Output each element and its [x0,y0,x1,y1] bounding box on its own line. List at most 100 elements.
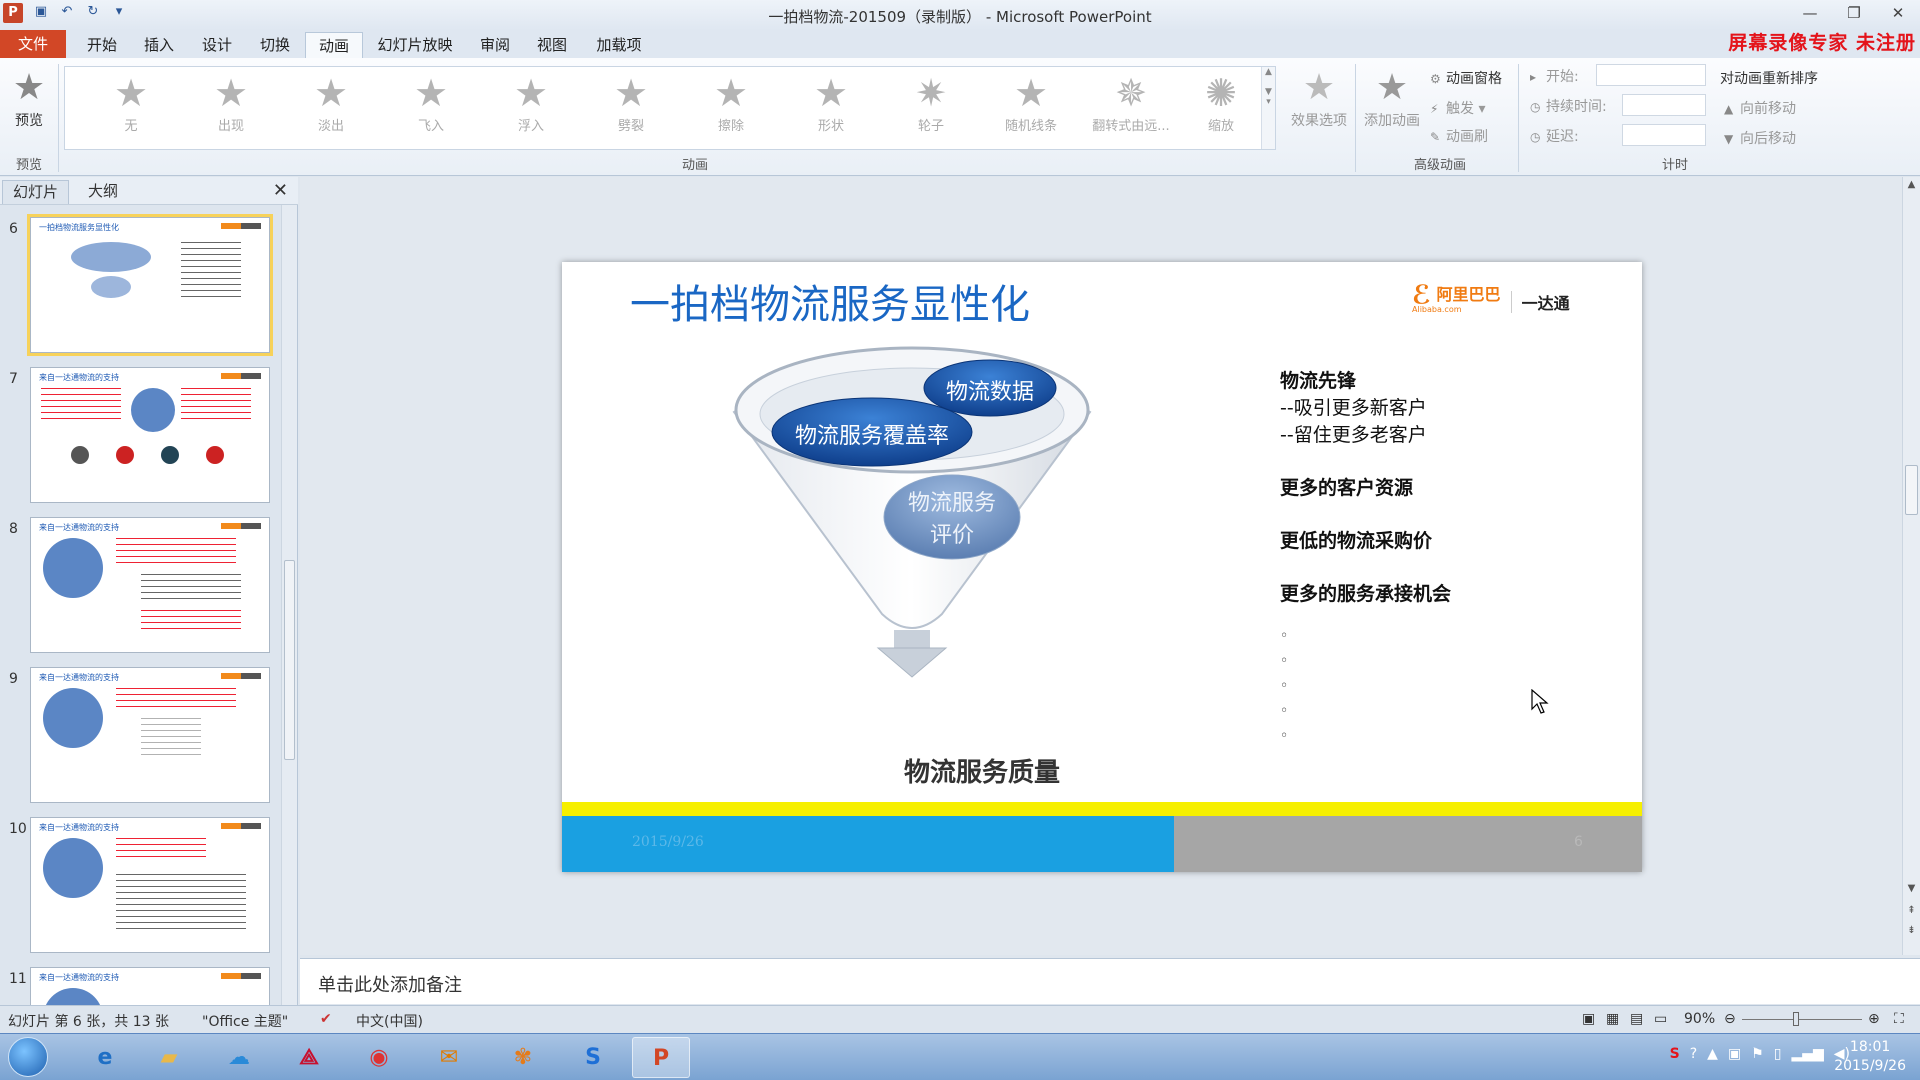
move-later-button[interactable]: ▼ 向后移动 [1724,128,1796,148]
anim-shape-button[interactable]: ★ 形状 [783,71,879,147]
close-panel-icon[interactable]: ✕ [273,180,288,201]
bullet-marker-icon: ◦ [1280,653,1289,669]
minimize-icon[interactable]: — [1788,0,1832,26]
anim-fly-in-button[interactable]: ★ 飞入 [383,71,479,147]
empty-bullet-list[interactable]: ◦ ◦ ◦ ◦ ◦ [1280,628,1288,753]
slide-edit-area: 一拍档物流服务显性化 ℰ 阿里巴巴 Alibaba.com 一达通 物流数据 物… [300,177,1920,955]
tab-design[interactable]: 设计 [195,32,239,58]
group-label-timing: 计时 [1661,158,1688,173]
start-dropdown[interactable] [1596,64,1706,86]
trigger-button[interactable]: ⚡ 触发 ▾ [1430,98,1485,118]
zoom-out-icon[interactable]: ⊖ [1724,1011,1736,1027]
add-animation-button[interactable]: ★ 添加动画 [1358,66,1426,130]
notes-pane[interactable]: 单击此处添加备注 [300,958,1920,1004]
theme-status[interactable]: "Office 主题" [202,1011,288,1031]
system-clock[interactable]: 18:01 2015/9/26 [1834,1038,1906,1076]
tray-expand-icon[interactable]: ▲ [1707,1046,1718,1062]
slide-thumbnail-6[interactable]: 6 一拍档物流服务显性化 [0,214,282,363]
zoom-slider-knob[interactable] [1793,1012,1799,1026]
signal-icon[interactable]: ▂▄▆ [1791,1046,1823,1062]
start-button[interactable] [8,1037,48,1077]
label-service-coverage: 物流服务覆盖率 [794,424,949,449]
previous-slide-icon[interactable]: ⇞ [1903,905,1920,916]
thumbnail-text [141,610,241,630]
ie-icon[interactable]: e [76,1037,134,1078]
slideshow-view-icon[interactable]: ▭ [1654,1011,1667,1027]
network-app-icon[interactable]: ✾ [494,1037,552,1078]
anim-wipe-button[interactable]: ★ 擦除 [683,71,779,147]
anim-random-bars-button[interactable]: ★ 随机线条 [983,71,1079,147]
tab-review[interactable]: 审阅 [473,32,517,58]
slide-thumbnail-10[interactable]: 10 来自一达通物流的支持 [0,817,282,963]
powerpoint-taskbar-icon[interactable]: P [632,1037,690,1078]
slide-title[interactable]: 一拍档物流服务显性化 [630,272,1030,330]
anim-fade-button[interactable]: ★ 淡出 [283,71,379,147]
current-slide[interactable]: 一拍档物流服务显性化 ℰ 阿里巴巴 Alibaba.com 一达通 物流数据 物… [562,262,1642,872]
ime-icon[interactable]: S [1670,1046,1680,1062]
flag-icon[interactable]: ⚑ [1751,1046,1764,1062]
tab-slides[interactable]: 幻灯片 [2,180,70,204]
scrollbar-thumb[interactable] [284,560,295,760]
tab-home[interactable]: 开始 [80,32,124,58]
battery-icon[interactable]: ▯ [1774,1046,1782,1062]
outlook-icon[interactable]: ✉ [420,1037,478,1078]
slide-thumbnail-11[interactable]: 11 来自一达通物流的支持 [0,967,282,1007]
sogou-icon[interactable]: S [564,1037,622,1078]
anim-zoom-button[interactable]: ✺ 缩放 [1173,71,1269,147]
reading-view-icon[interactable]: ▤ [1630,1011,1643,1027]
animation-painter-button[interactable]: ✎ 动画刷 [1430,126,1488,146]
tab-view[interactable]: 视图 [530,32,574,58]
slide-thumbnail-9[interactable]: 9 来自一达通物流的支持 [0,667,282,813]
edit-area-scrollbar[interactable]: ▲ ▼ ⇞ ⇟ [1902,177,1920,955]
slide-sorter-icon[interactable]: ▦ [1606,1011,1619,1027]
tab-animations[interactable]: 动画 [305,32,363,58]
thumbnail-text [141,718,201,758]
acrobat-icon[interactable]: ⟁ [280,1037,338,1078]
delay-spinner[interactable] [1622,124,1706,146]
duration-spinner[interactable] [1622,94,1706,116]
cloud-icon[interactable]: ☁ [210,1037,268,1078]
scrollbar-thumb[interactable] [1905,465,1918,515]
bullet-head: 物流先锋 [1280,370,1357,392]
help-icon[interactable]: ? [1690,1046,1697,1062]
zoom-level[interactable]: 90% [1684,1011,1715,1027]
preview-button[interactable]: ★ 预览 [6,66,52,130]
alibaba-logo [221,823,261,829]
language-status[interactable]: 中文(中国) [356,1011,423,1031]
anim-appear-button[interactable]: ★ 出现 [183,71,279,147]
close-icon[interactable]: ✕ [1876,0,1920,26]
tab-insert[interactable]: 插入 [137,32,181,58]
tab-transitions[interactable]: 切换 [253,32,297,58]
tab-file[interactable]: 文件 [0,30,66,58]
group-label-advanced: 高级动画 [1413,158,1466,173]
slides-panel-scrollbar[interactable] [281,205,297,1005]
slide-bullets[interactable]: 物流先锋 --吸引更多新客户 --留住更多老客户 更多的客户资源 更低的物流采购… [1280,366,1600,606]
gallery-scrollbar[interactable]: ▲ ▼ ▾ [1261,67,1275,149]
camera-icon[interactable]: ▣ [1728,1046,1741,1062]
scroll-down-icon[interactable]: ▼ [1903,883,1920,894]
next-slide-icon[interactable]: ⇟ [1903,925,1920,936]
anim-float-in-button[interactable]: ★ 浮入 [483,71,579,147]
zoom-in-icon[interactable]: ⊕ [1868,1011,1880,1027]
tab-outline[interactable]: 大纲 [78,180,128,204]
move-earlier-button[interactable]: ▲ 向前移动 [1724,98,1796,118]
chrome-icon[interactable]: ◉ [350,1037,408,1078]
restore-icon[interactable]: ❐ [1832,0,1876,26]
slide-thumbnail-8[interactable]: 8 来自一达通物流的支持 [0,517,282,663]
normal-view-icon[interactable]: ▣ [1582,1011,1595,1027]
folder-icon[interactable]: ▰ [140,1037,198,1078]
scroll-up-icon[interactable]: ▲ [1903,179,1920,190]
zoom-slider[interactable] [1742,1019,1862,1020]
slide-thumbnail-7[interactable]: 7 来自一达通物流的支持 [0,367,282,513]
anim-wheel-button[interactable]: ✷ 轮子 [883,71,979,147]
ribbon-tabs: 文件 开始 插入 设计 切换 动画 幻灯片放映 审阅 视图 加载项 [0,30,1920,58]
tab-addins[interactable]: 加载项 [589,32,649,58]
anim-none-button[interactable]: ★ 无 [83,71,179,147]
effect-options-button[interactable]: ★ 效果选项 [1286,66,1352,130]
spellcheck-icon[interactable]: ✔ [320,1011,332,1027]
anim-split-button[interactable]: ★ 劈裂 [583,71,679,147]
animation-pane-button[interactable]: ⚙ 动画窗格 [1430,68,1502,88]
tab-slideshow[interactable]: 幻灯片放映 [373,32,457,58]
anim-grow-turn-button[interactable]: ✵ 翻转式由远... [1083,71,1179,147]
fit-to-window-icon[interactable]: ⛶ [1894,1011,1904,1027]
